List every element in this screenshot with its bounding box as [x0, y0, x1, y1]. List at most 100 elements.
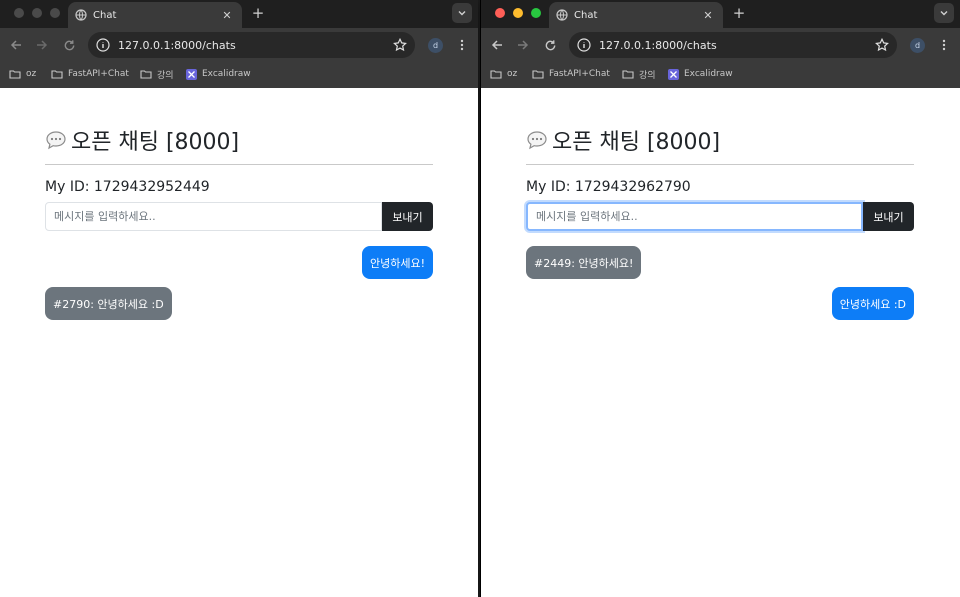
tab-title: Chat: [574, 9, 598, 21]
tab-search-button[interactable]: [934, 3, 954, 23]
excalidraw-icon: [668, 68, 679, 80]
minimize-window-button[interactable]: [513, 8, 523, 18]
bookmark-label: 강의: [157, 70, 174, 81]
send-button[interactable]: 보내기: [382, 202, 433, 231]
address-bar[interactable]: 127.0.0.1:8000/chats: [569, 32, 897, 58]
bookmark-label: oz: [507, 69, 518, 79]
globe-icon: [75, 9, 87, 21]
more-vertical-icon: [942, 39, 946, 51]
page-title-text: 오픈 채팅 [8000]: [552, 130, 721, 155]
close-tab-icon[interactable]: ✕: [220, 9, 234, 22]
browser-menu-button[interactable]: [940, 38, 948, 52]
bookmark-star-icon[interactable]: [393, 38, 407, 52]
arrow-right-icon: [518, 40, 529, 50]
info-icon: [577, 38, 591, 52]
page-content: 오픈 채팅 [8000] My ID: 1729432962790 보내기 #2…: [481, 88, 960, 597]
reload-button[interactable]: [61, 37, 77, 53]
maximize-window-button[interactable]: [531, 8, 541, 18]
speech-bubble-icon: [46, 131, 66, 150]
close-window-button[interactable]: [495, 8, 505, 18]
tab-strip: Chat ✕ +: [481, 0, 960, 28]
browser-window-right: Chat ✕ + 127.0.0.1:8000/chats d oz FastA…: [480, 0, 960, 597]
info-icon: [96, 38, 110, 52]
arrow-left-icon: [10, 40, 21, 50]
divider: [45, 164, 433, 165]
speech-bubble-icon: [527, 131, 547, 150]
bookmark-label: Excalidraw: [684, 69, 733, 79]
page-content: 오픈 채팅 [8000] My ID: 1729432952449 보내기 안녕…: [0, 88, 478, 597]
bookmarks-bar: oz FastAPI+Chat 강의 Excalidraw: [0, 62, 478, 88]
reload-icon: [64, 39, 74, 50]
tab-chat[interactable]: Chat ✕: [549, 2, 723, 28]
url-text: 127.0.0.1:8000/chats: [118, 38, 236, 52]
address-bar[interactable]: 127.0.0.1:8000/chats: [88, 32, 415, 58]
window-controls: [495, 8, 541, 18]
bookmark-fastapi-chat[interactable]: FastAPI+Chat: [532, 67, 610, 81]
tab-search-button[interactable]: [452, 3, 472, 23]
bookmark-lecture[interactable]: 강의: [622, 67, 656, 81]
message-input[interactable]: [526, 202, 863, 231]
forward-button[interactable]: [34, 37, 50, 53]
tab-strip: Chat ✕ +: [0, 0, 478, 28]
chevron-down-icon: [940, 11, 948, 16]
page-title: 오픈 채팅 [8000]: [526, 124, 720, 156]
bookmark-label: oz: [26, 69, 37, 79]
window-controls: [14, 8, 60, 18]
back-button[interactable]: [8, 37, 24, 53]
desktop: Chat ✕ + 127.0.0.1:8000/chats d oz FastA…: [0, 0, 960, 597]
close-window-button[interactable]: [14, 8, 24, 18]
folder-icon: [51, 70, 63, 79]
chat-message-mine: 안녕하세요!: [361, 246, 433, 279]
maximize-window-button[interactable]: [50, 8, 60, 18]
profile-avatar[interactable]: d: [910, 38, 925, 53]
folder-icon: [532, 70, 544, 79]
browser-toolbar: 127.0.0.1:8000/chats d: [0, 28, 478, 62]
chat-message-other: #2449: 안녕하세요!: [526, 246, 642, 279]
close-tab-icon[interactable]: ✕: [701, 9, 715, 22]
folder-icon: [622, 70, 634, 79]
reload-button[interactable]: [542, 37, 558, 53]
url-text: 127.0.0.1:8000/chats: [599, 38, 717, 52]
bookmarks-bar: oz FastAPI+Chat 강의 Excalidraw: [481, 62, 960, 88]
message-input-group: 보내기: [45, 202, 433, 231]
new-tab-button[interactable]: +: [731, 4, 747, 22]
bookmark-lecture[interactable]: 강의: [140, 67, 174, 81]
tab-title: Chat: [93, 9, 117, 21]
bookmark-star-icon[interactable]: [875, 38, 889, 52]
forward-button[interactable]: [515, 37, 531, 53]
bookmark-excalidraw[interactable]: Excalidraw: [668, 67, 733, 81]
folder-icon: [490, 70, 502, 79]
bookmark-excalidraw[interactable]: Excalidraw: [186, 67, 251, 81]
back-button[interactable]: [489, 37, 505, 53]
bookmark-label: FastAPI+Chat: [68, 69, 129, 79]
arrow-right-icon: [37, 40, 48, 50]
bookmark-oz[interactable]: oz: [490, 67, 517, 81]
excalidraw-icon: [186, 68, 197, 80]
bookmark-label: FastAPI+Chat: [549, 69, 610, 79]
new-tab-button[interactable]: +: [250, 4, 266, 22]
folder-icon: [9, 70, 21, 79]
my-id-label: My ID: 1729432962790: [526, 179, 691, 195]
send-button[interactable]: 보내기: [863, 202, 914, 231]
reload-icon: [545, 39, 555, 50]
chevron-down-icon: [458, 11, 466, 16]
message-input[interactable]: [45, 202, 382, 231]
bookmark-label: 강의: [639, 70, 656, 81]
browser-menu-button[interactable]: [458, 38, 466, 52]
bookmark-label: Excalidraw: [202, 69, 251, 79]
bookmark-fastapi-chat[interactable]: FastAPI+Chat: [51, 67, 129, 81]
page-title: 오픈 채팅 [8000]: [45, 124, 239, 156]
profile-avatar[interactable]: d: [428, 38, 443, 53]
chat-message-other: #2790: 안녕하세요 :D: [45, 287, 172, 320]
my-id-label: My ID: 1729432952449: [45, 179, 210, 195]
tab-chat[interactable]: Chat ✕: [68, 2, 242, 28]
browser-window-left: Chat ✕ + 127.0.0.1:8000/chats d oz FastA…: [0, 0, 478, 597]
chat-message-mine: 안녕하세요 :D: [831, 287, 914, 320]
browser-toolbar: 127.0.0.1:8000/chats d: [481, 28, 960, 62]
arrow-left-icon: [491, 40, 502, 50]
page-title-text: 오픈 채팅 [8000]: [71, 130, 240, 155]
bookmark-oz[interactable]: oz: [9, 67, 36, 81]
minimize-window-button[interactable]: [32, 8, 42, 18]
divider: [526, 164, 914, 165]
message-input-group: 보내기: [526, 202, 914, 231]
